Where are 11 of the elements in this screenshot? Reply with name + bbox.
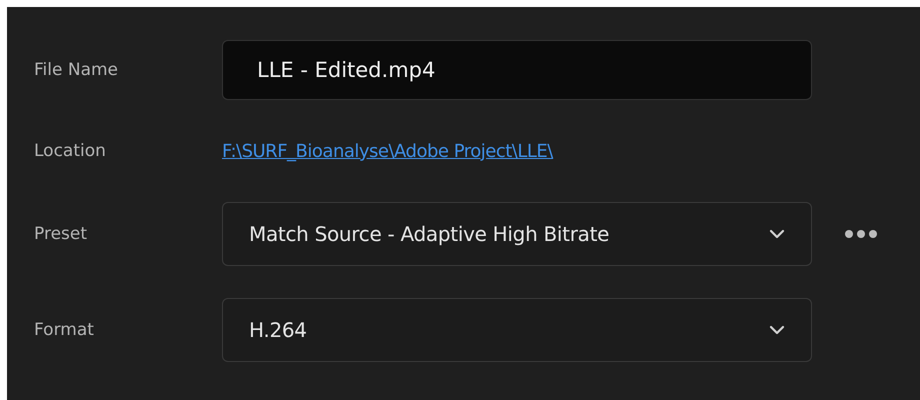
dropdown[interactable]: Match Source - Adaptive High Bitrate	[222, 202, 812, 266]
dropdown[interactable]: H.264	[222, 298, 812, 362]
field-label: Preset	[34, 224, 88, 244]
field-label: Format	[34, 320, 95, 340]
chevron-down-icon	[769, 325, 785, 335]
field-label: File Name	[34, 60, 120, 80]
location-link[interactable]: F:\SURF_Bioanalyse\Adobe Project\LLE\	[222, 140, 553, 162]
more-icon[interactable]	[844, 229, 878, 239]
chevron-down-icon	[769, 229, 785, 239]
file-name-field[interactable]: LLE - Edited.mp4	[222, 40, 812, 100]
field-label: Location	[34, 141, 107, 161]
